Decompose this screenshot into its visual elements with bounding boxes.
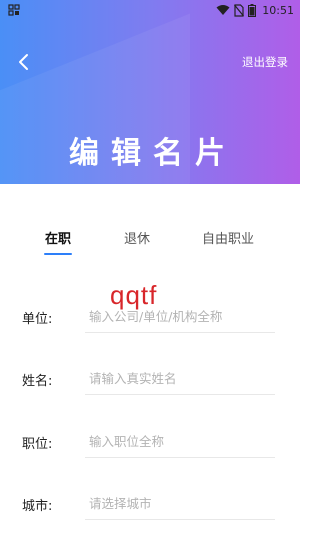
grid-icon (8, 4, 20, 16)
tab-active-indicator (44, 253, 72, 255)
header-banner: 10:51 退出登录 编辑名片 (0, 0, 300, 184)
status-icons: 10:51 (216, 3, 294, 17)
tab-employed[interactable]: 在职 (45, 228, 71, 247)
battery-icon (248, 3, 257, 17)
wifi-icon (216, 5, 230, 15)
city-input[interactable] (85, 487, 275, 520)
position-label: 职位: (22, 437, 53, 452)
form-row-position: 职位: (0, 425, 300, 459)
chevron-left-icon (19, 54, 28, 70)
page-title: 编辑名片 (69, 136, 237, 171)
employment-tabs: 在职 退休 自由职业 (0, 228, 300, 260)
form-row-name: 姓名: (0, 362, 300, 396)
status-time: 10:51 (262, 3, 294, 17)
company-label: 单位: (22, 312, 53, 327)
back-button[interactable] (12, 49, 34, 75)
name-input[interactable] (85, 362, 275, 395)
tab-retired[interactable]: 退休 (124, 228, 150, 247)
form-row-city: 城市: (0, 487, 300, 521)
no-sim-icon (234, 3, 245, 17)
city-label: 城市: (22, 499, 53, 514)
name-label: 姓名: (22, 374, 53, 389)
tab-freelance[interactable]: 自由职业 (202, 228, 254, 247)
watermark-text: qqtf (110, 280, 158, 310)
status-bar: 10:51 (0, 0, 300, 20)
logout-link[interactable]: 退出登录 (242, 54, 288, 70)
position-input[interactable] (85, 425, 275, 458)
edit-card-page: 10:51 退出登录 编辑名片 在职 退休 自由职业 单位: 姓名: 职位: 城… (0, 0, 300, 533)
